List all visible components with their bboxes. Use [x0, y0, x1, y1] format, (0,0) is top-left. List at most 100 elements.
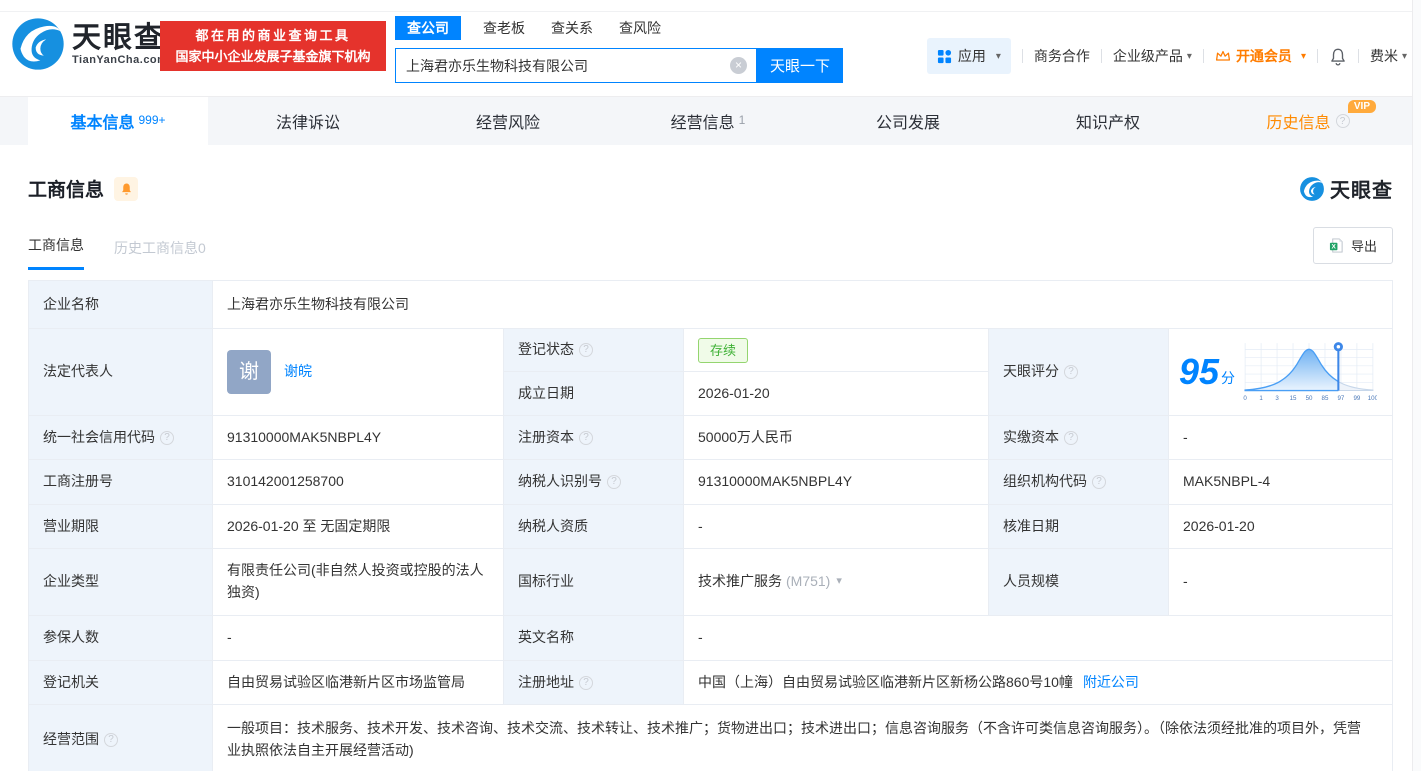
top-strip: [0, 0, 1421, 12]
industry-value: 技术推广服务 (M751) ▾: [684, 549, 989, 616]
paid-capital-value: -: [1169, 416, 1393, 460]
reg-status-label-text: 登记状态: [518, 341, 574, 358]
reg-address-value: 中国（上海）自由贸易试验区临港新片区新杨公路860号10幢 附近公司: [684, 661, 1393, 705]
score-unit: 分: [1221, 370, 1236, 387]
score-label: 天眼评分 ?: [989, 329, 1169, 416]
svg-text:X: X: [1331, 244, 1336, 251]
export-button[interactable]: X 导出: [1312, 227, 1393, 264]
search-tab-risk[interactable]: 查风险: [619, 18, 661, 38]
tianyancha-logo-icon: [12, 18, 64, 70]
search-input[interactable]: [396, 49, 730, 82]
nav-cooperation[interactable]: 商务合作: [1034, 46, 1090, 66]
chevron-down-icon[interactable]: ▾: [836, 573, 842, 590]
score-axis-labels: 0 1 3 15 50 85 97 99 100: [1243, 395, 1377, 402]
help-icon[interactable]: ?: [160, 430, 174, 445]
help-icon[interactable]: ?: [579, 675, 593, 690]
help-icon[interactable]: ?: [579, 343, 593, 357]
svg-text:85: 85: [1322, 395, 1329, 402]
help-icon[interactable]: ?: [1064, 430, 1078, 445]
watermark-brand-text: 天眼查: [1330, 180, 1393, 202]
tab-history-info[interactable]: VIP 历史信息 ?: [1208, 97, 1408, 145]
notifications-bell-icon[interactable]: [1329, 47, 1347, 66]
tab-basic-info-count: 999+: [138, 113, 166, 127]
credit-code-label-text: 统一社会信用代码: [43, 428, 155, 445]
tab-legal-proceedings[interactable]: 法律诉讼: [208, 97, 408, 145]
tab-risk-label: 经营风险: [475, 115, 540, 132]
english-name-value: -: [684, 616, 1393, 661]
tab-history-label: 历史信息: [1266, 115, 1331, 132]
score-label-text: 天眼评分: [1003, 363, 1059, 380]
tab-operating-info[interactable]: 经营信息 1: [608, 97, 808, 145]
nav-open-vip[interactable]: 开通会员 ▾: [1215, 46, 1306, 66]
username-label: 费米: [1369, 48, 1398, 64]
score-value: 95 分 0 1 3 15 50 85 97 99 10: [1169, 329, 1393, 416]
legal-rep-value: 谢 谢皖: [213, 329, 504, 416]
business-scope-label: 经营范围 ?: [29, 705, 213, 771]
search-tab-company[interactable]: 查公司: [395, 16, 461, 40]
taxpayer-id-value: 91310000MAK5NBPL4Y: [684, 460, 989, 505]
reg-capital-label-text: 注册资本: [518, 428, 574, 445]
monitor-bell-icon[interactable]: [114, 176, 139, 201]
help-icon[interactable]: ?: [1064, 365, 1078, 379]
top-navigation: 应用 ▾ 商务合作 企业级产品 ▾ 开通会员 ▾ 费米 ▾: [926, 38, 1407, 74]
site-header: 天眼查 TianYanCha.com 都在用的商业查询工具 国家中小企业发展子基…: [0, 12, 1421, 96]
score-number: 95: [1179, 351, 1220, 392]
search-button[interactable]: 天眼一下: [757, 48, 843, 83]
help-icon[interactable]: ?: [607, 475, 621, 489]
subtab-business-info[interactable]: 工商信息: [28, 235, 84, 270]
tab-operating-risk[interactable]: 经营风险: [408, 97, 608, 145]
approval-date-value: 2026-01-20: [1169, 505, 1393, 549]
svg-text:1: 1: [1259, 395, 1263, 402]
clear-search-icon[interactable]: ×: [730, 57, 747, 74]
tab-basic-info-label: 基本信息: [70, 115, 135, 132]
business-scope-label-text: 经营范围: [43, 731, 99, 748]
help-icon[interactable]: ?: [1092, 475, 1106, 489]
crown-icon: [1215, 50, 1230, 61]
nav-user-menu[interactable]: 费米 ▾: [1370, 46, 1407, 66]
site-logo[interactable]: 天眼查 TianYanCha.com: [10, 16, 167, 72]
nearby-companies-link[interactable]: 附近公司: [1083, 672, 1139, 694]
approval-date-label: 核准日期: [989, 505, 1169, 549]
company-tabbar: 基本信息 999+ 法律诉讼 经营风险 经营信息 1 公司发展 知识产权 VIP…: [0, 96, 1421, 145]
legal-rep-label: 法定代表人: [29, 329, 213, 416]
reg-authority-value: 自由贸易试验区临港新片区市场监管局: [213, 661, 504, 705]
taxpayer-quality-label: 纳税人资质: [504, 505, 684, 549]
nav-divider: [1316, 49, 1318, 63]
excel-icon: X: [1329, 238, 1343, 253]
search-tab-relation[interactable]: 查关系: [551, 18, 593, 38]
tab-basic-info[interactable]: 基本信息 999+: [28, 97, 208, 145]
svg-text:0: 0: [1243, 395, 1247, 402]
legal-rep-avatar[interactable]: 谢: [227, 350, 271, 394]
legal-rep-link[interactable]: 谢皖: [284, 361, 312, 383]
subtab-row: 工商信息 历史工商信息0 X 导出: [28, 227, 1393, 270]
search-box: ×: [395, 48, 757, 83]
nav-enterprise-products[interactable]: 企业级产品 ▾: [1113, 46, 1192, 66]
establish-date-value: 2026-01-20: [684, 372, 989, 416]
tab-company-development[interactable]: 公司发展: [808, 97, 1008, 145]
score-distribution-chart: 0 1 3 15 50 85 97 99 100: [1243, 342, 1377, 402]
help-icon[interactable]: ?: [104, 733, 118, 747]
establish-date-label: 成立日期: [504, 372, 684, 416]
tab-intellectual-property[interactable]: 知识产权: [1008, 97, 1208, 145]
search-tabs: 查公司 查老板 查关系 查风险: [395, 16, 843, 40]
tab-legal-label: 法律诉讼: [275, 115, 340, 132]
nav-divider: [1100, 49, 1102, 63]
org-code-value: MAK5NBPL-4: [1169, 460, 1393, 505]
credit-code-label: 统一社会信用代码 ?: [29, 416, 213, 460]
svg-text:100: 100: [1368, 395, 1377, 402]
svg-text:15: 15: [1290, 395, 1297, 402]
help-icon[interactable]: ?: [1335, 114, 1350, 128]
reg-status-label: 登记状态 ?: [504, 329, 684, 372]
svg-text:99: 99: [1354, 395, 1361, 402]
business-info-table: 企业名称 上海君亦乐生物科技有限公司 法定代表人 谢 谢皖 登记状态 ? 存续 …: [28, 280, 1393, 771]
reg-capital-label: 注册资本 ?: [504, 416, 684, 460]
scrollbar[interactable]: [1412, 0, 1421, 771]
logo-domain: TianYanCha.com: [72, 54, 168, 66]
apps-label: 应用: [957, 48, 986, 64]
subtab-history-business-info[interactable]: 历史工商信息0: [114, 238, 206, 270]
search-tab-boss[interactable]: 查老板: [483, 18, 525, 38]
svg-text:3: 3: [1275, 395, 1279, 402]
apps-menu[interactable]: 应用 ▾: [926, 38, 1011, 74]
tianyancha-logo-icon: [1300, 176, 1324, 201]
help-icon[interactable]: ?: [579, 430, 593, 445]
